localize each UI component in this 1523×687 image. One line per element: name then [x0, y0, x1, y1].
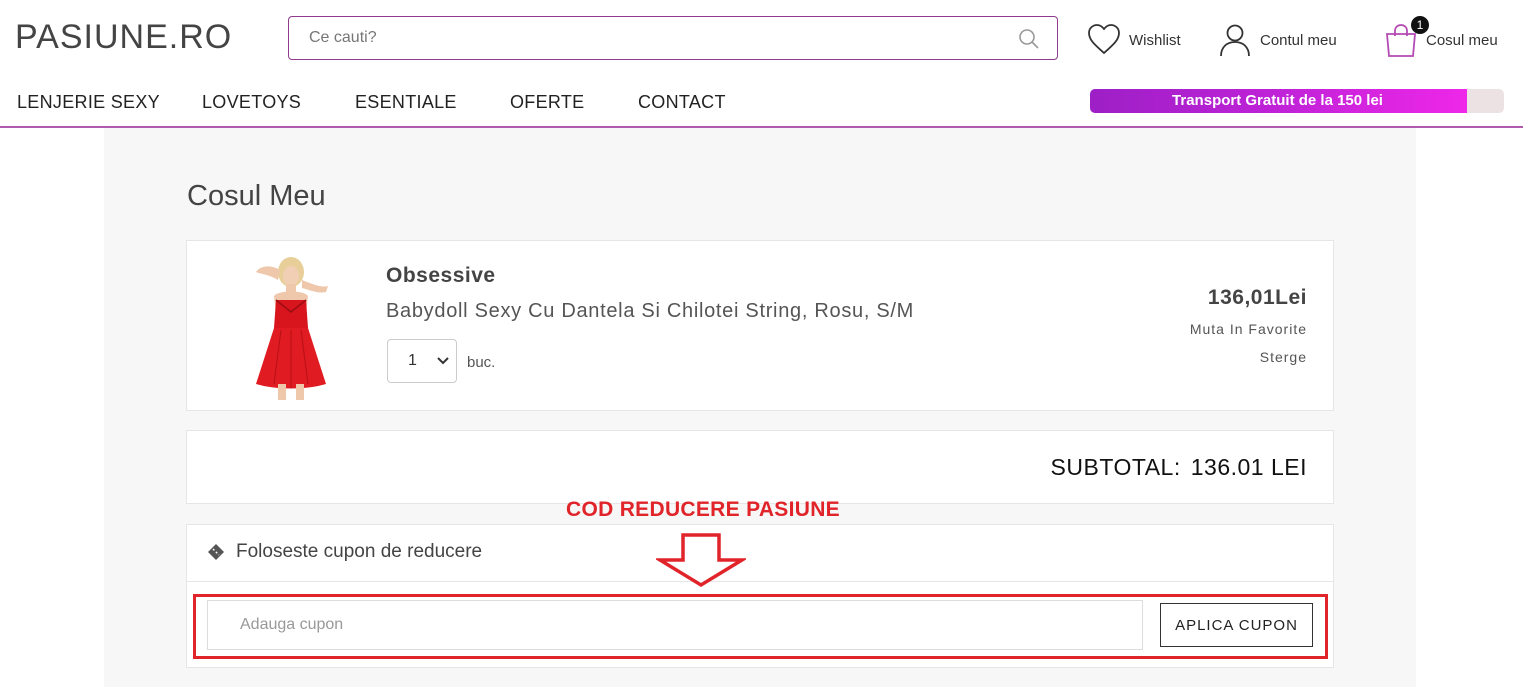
account-link[interactable]: Contul meu — [1218, 22, 1337, 58]
search-input[interactable] — [307, 17, 991, 59]
quantity-select[interactable]: 1 — [387, 339, 457, 383]
quantity-unit: buc. — [467, 354, 496, 371]
wishlist-label: Wishlist — [1129, 31, 1181, 49]
nav-item-oferte[interactable]: OFERTE — [510, 92, 584, 113]
product-price: 136,01Lei — [1207, 286, 1307, 309]
free-shipping-text: Transport Gratuit de la 150 lei — [1172, 92, 1383, 109]
cart-label: Cosul meu — [1426, 31, 1498, 49]
search-icon[interactable] — [1017, 27, 1041, 51]
subtotal-value: 136.01 LEI — [1190, 454, 1307, 480]
nav-item-contact[interactable]: CONTACT — [638, 92, 726, 113]
product-name[interactable]: Babydoll Sexy Cu Dantela Si Chilotei Str… — [386, 300, 914, 323]
user-icon — [1220, 24, 1250, 57]
cart-link[interactable]: Cosul meu — [1384, 22, 1498, 58]
annotation-highlight-box — [193, 594, 1328, 659]
heart-icon — [1088, 24, 1120, 55]
move-to-favorites-link[interactable]: Muta In Favorite — [1190, 321, 1307, 337]
nav-item-lovetoys[interactable]: LOVETOYS — [202, 92, 301, 113]
remove-item-link[interactable]: Sterge — [1260, 349, 1307, 365]
search-box[interactable] — [288, 16, 1058, 60]
account-label: Contul meu — [1260, 31, 1337, 49]
chevron-down-icon — [437, 357, 449, 365]
arrow-down-icon — [656, 533, 746, 588]
wishlist-link[interactable]: Wishlist — [1087, 22, 1181, 58]
page-title: Cosul Meu — [187, 180, 326, 212]
product-brand[interactable]: Obsessive — [386, 264, 496, 288]
subtotal: SUBTOTAL: 136.01 LEI — [1051, 454, 1307, 481]
nav-item-lenjerie[interactable]: LENJERIE SEXY — [17, 92, 160, 113]
ticket-icon — [208, 544, 224, 560]
cart-count-badge: 1 — [1411, 16, 1429, 34]
product-image[interactable] — [236, 250, 346, 402]
promo-annotation: COD REDUCERE PASIUNE — [566, 498, 840, 521]
cart-item-card — [186, 240, 1334, 411]
site-logo[interactable]: PASIUNE.RO — [15, 18, 232, 57]
coupon-heading: Foloseste cupon de reducere — [236, 541, 483, 562]
coupon-divider — [187, 581, 1333, 582]
quantity-value: 1 — [408, 352, 417, 369]
nav-item-esentiale[interactable]: ESENTIALE — [355, 92, 457, 113]
subtotal-label: SUBTOTAL: — [1050, 454, 1181, 480]
coupon-toggle[interactable]: Foloseste cupon de reducere — [205, 541, 482, 563]
free-shipping-progress: Transport Gratuit de la 150 lei — [1090, 89, 1504, 113]
